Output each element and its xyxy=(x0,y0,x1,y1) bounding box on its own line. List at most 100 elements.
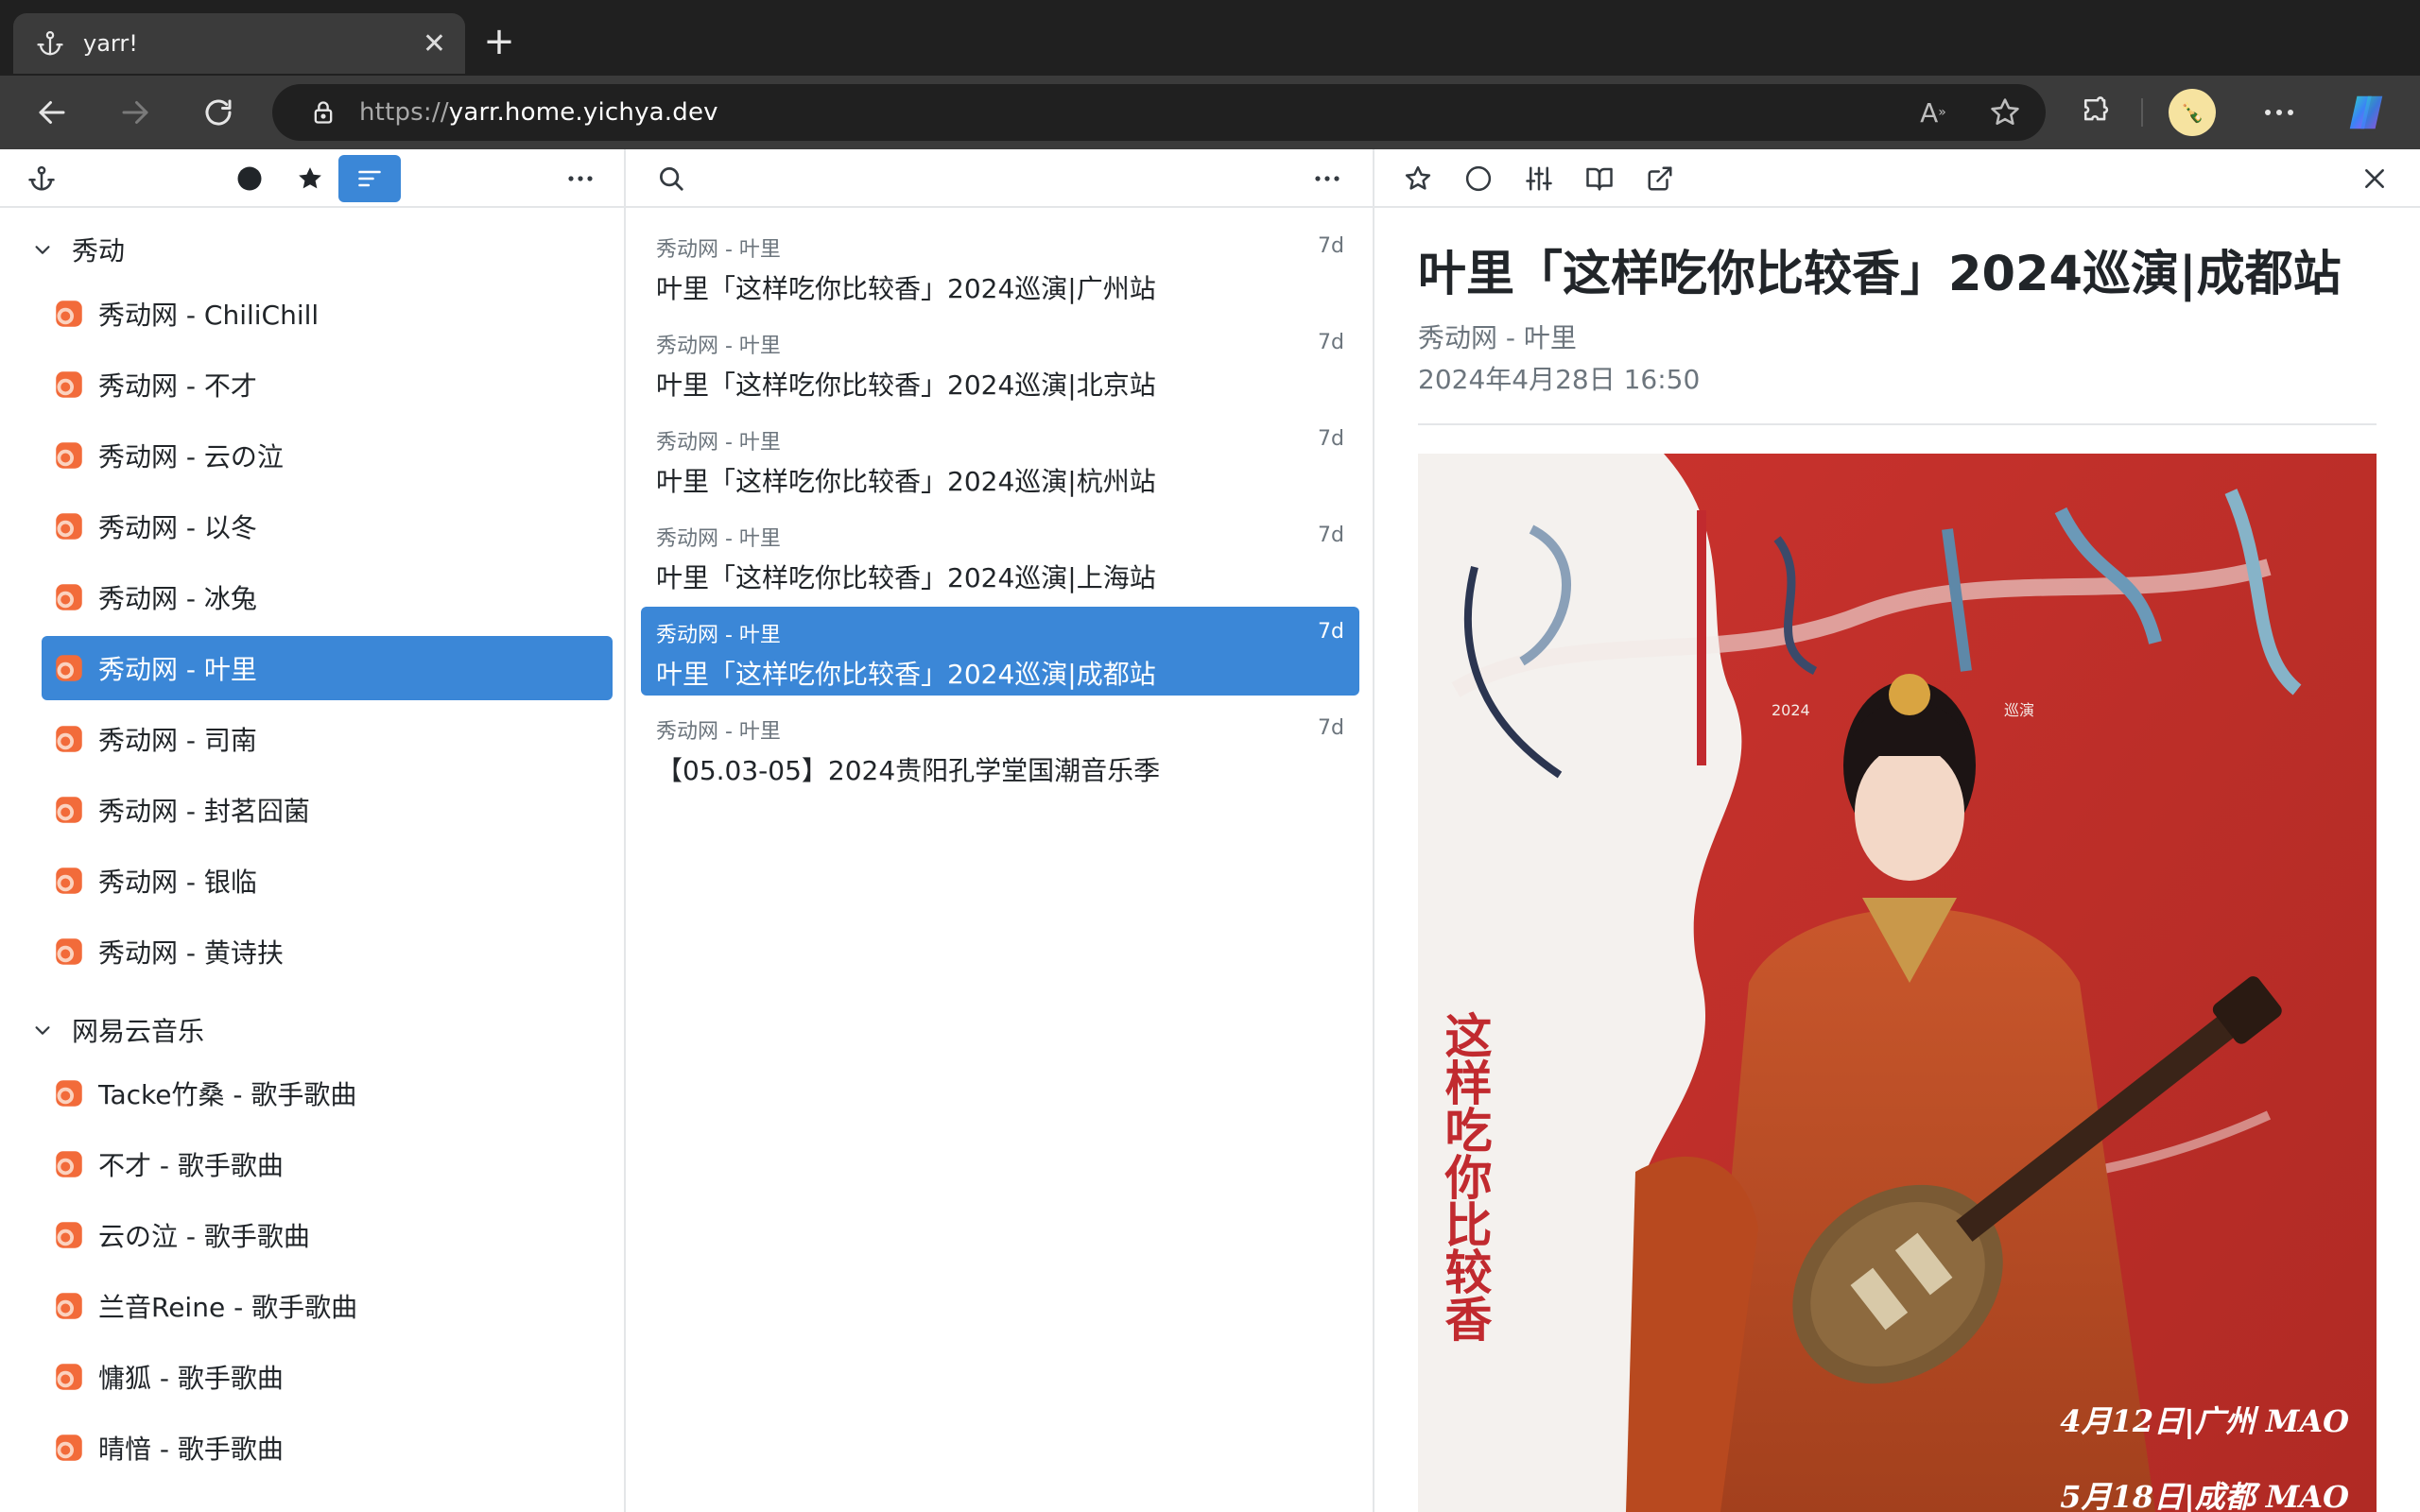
list-item[interactable]: 秀动网 - 叶里 7d 叶里「这样吃你比较香」2024巡演|上海站 xyxy=(641,510,1359,599)
list-item[interactable]: 秀动网 - 叶里 7d 叶里「这样吃你比较香」2024巡演|杭州站 xyxy=(641,414,1359,503)
rss-feed-icon xyxy=(56,301,82,327)
item-source: 秀动网 - 叶里 xyxy=(656,527,781,551)
item-age: 7d xyxy=(1318,716,1344,740)
forward-icon[interactable] xyxy=(112,89,159,136)
feed-item[interactable]: 秀动网 - 不才 xyxy=(42,352,613,417)
items-toolbar xyxy=(626,149,1373,208)
article-title: 叶里「这样吃你比较香」2024巡演|成都站 xyxy=(1418,247,2342,302)
feed-item[interactable]: 秀动网 - ChiliChill xyxy=(42,282,613,346)
more-icon[interactable] xyxy=(1308,160,1346,198)
chevron-down-icon xyxy=(26,239,59,260)
external-link-icon[interactable] xyxy=(1641,160,1679,198)
feed-item[interactable]: 秀动网 - 银临 xyxy=(42,849,613,913)
feed-item[interactable]: 慵狐 - 歌手歌曲 xyxy=(42,1345,613,1409)
list-item[interactable]: 秀动网 - 叶里 7d 【05.03-05】2024贵阳孔学堂国潮音乐季 xyxy=(641,703,1359,792)
feeds-pane: 秀动 秀动网 - ChiliChill 秀动网 - 不才 秀动网 - 云の泣 秀… xyxy=(0,149,626,1512)
yarr-app: 秀动 秀动网 - ChiliChill 秀动网 - 不才 秀动网 - 云の泣 秀… xyxy=(0,149,2420,1512)
unread-filter-icon[interactable] xyxy=(231,160,268,198)
rss-feed-icon xyxy=(56,371,82,398)
book-open-icon[interactable] xyxy=(1581,160,1618,198)
item-source: 秀动网 - 叶里 xyxy=(656,720,781,744)
more-icon[interactable] xyxy=(562,160,599,198)
feed-item[interactable]: 秀动网 - 冰兔 xyxy=(42,565,613,629)
all-filter-icon[interactable] xyxy=(338,155,401,202)
anchor-icon[interactable] xyxy=(23,160,60,198)
url-text: https://yarr.home.yichya.dev xyxy=(359,98,718,127)
list-item[interactable]: 秀动网 - 叶里 7d 叶里「这样吃你比较香」2024巡演|北京站 xyxy=(641,318,1359,406)
refresh-icon[interactable] xyxy=(195,89,242,136)
rss-feed-icon xyxy=(56,1364,82,1390)
folder-xiudong[interactable]: 秀动 xyxy=(26,221,125,278)
feed-item[interactable]: 兰音Reine - 歌手歌曲 xyxy=(42,1274,613,1338)
sliders-icon[interactable] xyxy=(1520,160,1558,198)
rss-feed-icon xyxy=(56,513,82,540)
item-age: 7d xyxy=(1318,427,1344,451)
item-title: 叶里「这样吃你比较香」2024巡演|广州站 xyxy=(656,273,1156,304)
rss-feed-icon xyxy=(56,655,82,681)
item-source: 秀动网 - 叶里 xyxy=(656,624,781,647)
rss-feed-icon xyxy=(56,726,82,752)
rss-feed-icon xyxy=(56,584,82,610)
feed-item[interactable]: 不才 - 歌手歌曲 xyxy=(42,1132,613,1196)
read-aloud-icon[interactable]: A» xyxy=(1910,89,1957,136)
items-pane: 秀动网 - 叶里 7d 叶里「这样吃你比较香」2024巡演|广州站 秀动网 - … xyxy=(626,149,1374,1512)
rss-feed-icon xyxy=(56,1222,82,1248)
folder-netease-music[interactable]: 网易云音乐 xyxy=(26,1002,204,1058)
back-icon[interactable] xyxy=(28,89,76,136)
address-bar[interactable]: https://yarr.home.yichya.dev A» xyxy=(272,84,2046,141)
anchor-icon xyxy=(34,27,66,60)
feed-item[interactable]: Tacke竹桑 - 歌手歌曲 xyxy=(42,1061,613,1125)
mark-unread-circle-icon[interactable] xyxy=(1460,160,1497,198)
poster-tour: 巡演 xyxy=(2004,701,2034,719)
item-title: 叶里「这样吃你比较香」2024巡演|上海站 xyxy=(656,562,1156,593)
plus-icon[interactable]: + xyxy=(480,23,518,60)
divider xyxy=(1418,423,2377,425)
copilot-icon[interactable] xyxy=(2342,89,2390,136)
article-pane: 叶里「这样吃你比较香」2024巡演|成都站 秀动网 - 叶里 2024年4月28… xyxy=(1374,149,2420,1512)
search-icon[interactable] xyxy=(652,160,690,198)
article-feed: 秀动网 - 叶里 xyxy=(1418,322,1577,353)
article-date: 2024年4月28日 16:50 xyxy=(1418,364,1701,395)
star-icon[interactable] xyxy=(1399,160,1437,198)
item-source: 秀动网 - 叶里 xyxy=(656,431,781,455)
feed-item[interactable]: 秀动网 - 封茗囧菌 xyxy=(42,778,613,842)
tab-title: yarr! xyxy=(83,30,138,57)
more-icon[interactable] xyxy=(2256,89,2303,136)
folder-label: 网易云音乐 xyxy=(72,1016,205,1047)
feed-item-selected[interactable]: 秀动网 - 叶里 xyxy=(42,636,613,700)
feed-item[interactable]: 晴愔 - 歌手歌曲 xyxy=(42,1416,613,1480)
feeds-toolbar xyxy=(0,149,624,208)
feed-item[interactable]: 秀动网 - 以冬 xyxy=(42,494,613,558)
article-poster-image: 2024 巡演 这样吃你比较香 4月12日|广州 MAO 5月18日|成都 MA… xyxy=(1418,454,2377,1512)
feed-item[interactable]: 秀动网 - 司南 xyxy=(42,707,613,771)
rss-feed-icon xyxy=(56,1151,82,1177)
lock-icon[interactable] xyxy=(304,99,342,126)
rss-feed-icon xyxy=(56,1435,82,1461)
item-title: 叶里「这样吃你比较香」2024巡演|成都站 xyxy=(656,659,1156,690)
item-age: 7d xyxy=(1318,234,1344,258)
favorite-star-icon[interactable] xyxy=(1981,89,2029,136)
profile-avatar[interactable]: 🍾 xyxy=(2169,89,2216,136)
feed-item[interactable]: 云の泣 - 歌手歌曲 xyxy=(42,1203,613,1267)
chevron-down-icon xyxy=(26,1020,59,1040)
article-toolbar xyxy=(1374,149,2420,208)
list-item-selected[interactable]: 秀动网 - 叶里 7d 叶里「这样吃你比较香」2024巡演|成都站 xyxy=(641,607,1359,696)
list-item[interactable]: 秀动网 - 叶里 7d 叶里「这样吃你比较香」2024巡演|广州站 xyxy=(641,221,1359,310)
item-age: 7d xyxy=(1318,524,1344,547)
item-age: 7d xyxy=(1318,620,1344,644)
folder-label: 秀动 xyxy=(72,235,126,266)
close-icon[interactable]: ✕ xyxy=(423,27,446,60)
item-title: 叶里「这样吃你比较香」2024巡演|杭州站 xyxy=(656,466,1156,497)
toolbar-separator xyxy=(2141,98,2143,127)
item-source: 秀动网 - 叶里 xyxy=(656,238,781,262)
close-icon[interactable] xyxy=(2356,160,2394,198)
poster-stop-1: 4月12日|广州 MAO xyxy=(2060,1403,2349,1439)
extensions-icon[interactable] xyxy=(2074,89,2121,136)
browser-tab[interactable]: yarr! ✕ xyxy=(13,13,465,74)
starred-filter-icon[interactable] xyxy=(291,160,329,198)
poster-vertical-title: 这样吃你比较香 xyxy=(1438,1011,1494,1342)
feed-item[interactable]: 秀动网 - 云の泣 xyxy=(42,423,613,488)
item-age: 7d xyxy=(1318,331,1344,354)
rss-feed-icon xyxy=(56,442,82,469)
feed-item[interactable]: 秀动网 - 黄诗扶 xyxy=(42,919,613,984)
